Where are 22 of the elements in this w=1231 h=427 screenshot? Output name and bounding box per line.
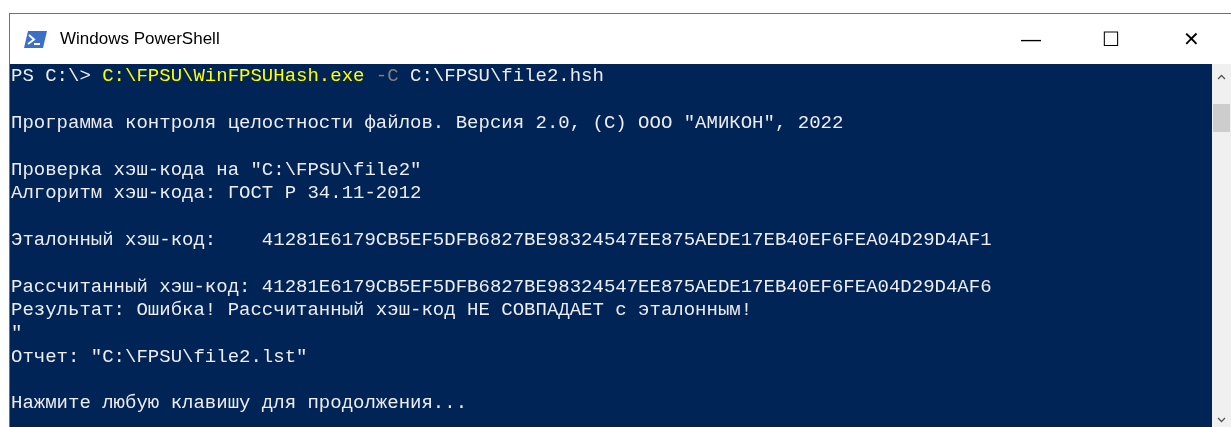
scroll-up-icon[interactable] [1217,74,1226,80]
scroll-down-icon[interactable] [1217,417,1226,423]
output-line: Рассчитанный хэш-код: 41281E6179CB5EF5DFB6827BE98324547EE875AEDE17EB40EF6FEA04D29D4AF6 [11,275,992,298]
maximize-button[interactable]: ☐ [1088,14,1134,64]
minimize-button[interactable]: — [1008,14,1054,64]
output-line: Программа контроля целостности файлов. Версия 2.0, (C) ООО "АМИКОН", 2022 [11,111,844,134]
scrollbar[interactable] [1212,64,1231,427]
output-line: Эталонный хэш-код: 41281E6179CB5EF5DFB6827BE98324547EE875AEDE17EB40EF6FEA04D29D4AF1 [11,228,992,251]
output-line: Отчет: "C:\FPSU\file2.lst" [11,345,308,368]
argument-text: C:\FPSU\file2.hsh [409,65,604,87]
parameter-text: -C [374,65,399,87]
output-line: Алгоритм хэш-кода: ГОСТ Р 34.11-2012 [11,181,422,204]
scroll-thumb[interactable] [1213,104,1230,132]
output-line: Проверка хэш-кода на "C:\FPSU\file2" [11,158,422,181]
close-button[interactable]: ✕ [1168,14,1214,64]
powershell-icon [24,30,47,48]
window-title: Windows PowerShell [60,28,220,51]
command-text: C:\FPSU\WinFPSUHash.exe [102,65,365,87]
output-line: " [11,322,23,345]
output-line: Нажмите любую клавишу для продолжения... [11,392,468,415]
output-line: Результат: Ошибка! Рассчитанный хэш-код НЕ СОВПАДАЕТ с эталонным! [11,298,753,321]
prompt-text: PS C:\> [11,65,92,87]
